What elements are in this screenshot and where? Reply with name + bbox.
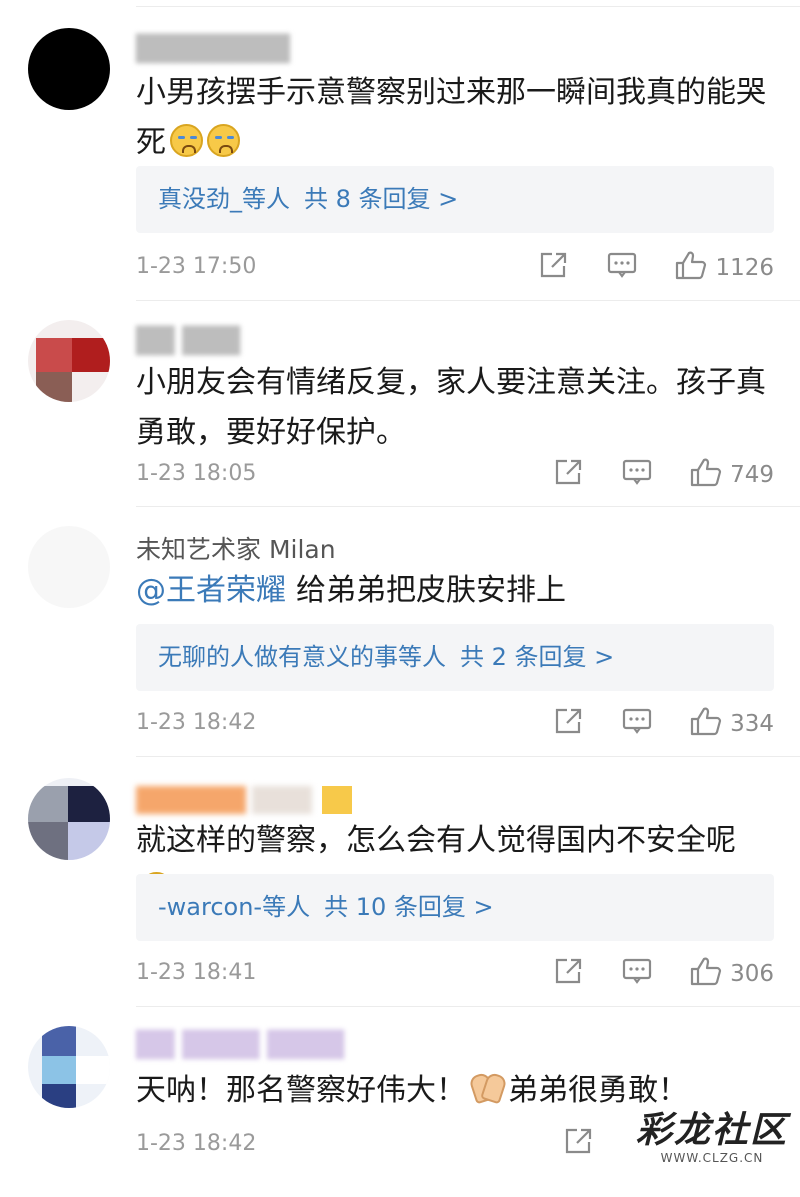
username[interactable]: 未知艺术家 Milan: [136, 530, 336, 566]
avatar[interactable]: [28, 526, 110, 608]
avatar[interactable]: [28, 1026, 110, 1108]
like-count: 306: [730, 961, 774, 987]
comment-icon[interactable]: [607, 251, 637, 285]
timestamp: 1-23 17:50: [136, 254, 257, 279]
reply-users: -warcon-等人: [158, 893, 311, 921]
avatar[interactable]: [28, 320, 110, 402]
like-icon[interactable]: [690, 457, 722, 493]
like-icon[interactable]: [690, 706, 722, 742]
comment-icon[interactable]: [622, 458, 652, 492]
action-bar: [526, 1127, 594, 1161]
comment-icon[interactable]: [622, 957, 652, 991]
avatar[interactable]: [28, 778, 110, 860]
praying-hands-icon: [470, 1076, 504, 1104]
username-blurred[interactable]: ████████: [136, 34, 290, 63]
crying-face-icon: [170, 124, 203, 157]
reply-count: 共 8 条回复 >: [304, 185, 459, 213]
comment-divider: [136, 1006, 800, 1007]
comment-divider: [136, 756, 800, 757]
like-icon[interactable]: [690, 956, 722, 992]
comment-text: 小朋友会有情绪反复，家人要注意关注。孩子真勇敢，要好好保护。: [136, 358, 766, 458]
comment-meta: 1-23 18:42 334: [136, 706, 774, 742]
comment-body: 天呐！那名警察好伟大！: [136, 1073, 466, 1108]
comment-body: 就这样的警察，怎么会有人觉得国内不安全呢: [136, 823, 736, 858]
like-count: 334: [730, 711, 774, 737]
comment-meta: 1-23 18:05 749: [136, 457, 774, 493]
action-bar: 1126: [501, 250, 774, 286]
share-icon[interactable]: [554, 957, 584, 991]
username-blurred[interactable]: ██ ███: [136, 326, 240, 355]
like-count: 1126: [715, 255, 774, 281]
watermark-text: 彩龙社区: [635, 1109, 788, 1151]
reply-users: 无聊的人做有意义的事等人: [158, 643, 446, 671]
timestamp: 1-23 18:42: [136, 1131, 257, 1156]
comment-text: @王者荣耀 给弟弟把皮肤安排上: [136, 566, 766, 616]
share-icon[interactable]: [539, 251, 569, 285]
reply-summary[interactable]: -warcon-等人共 10 条回复 >: [136, 874, 774, 941]
comment-body: 小朋友会有情绪反复，家人要注意关注。孩子真勇敢，要好好保护。: [136, 365, 766, 450]
timestamp: 1-23 18:42: [136, 710, 257, 735]
username-blurred[interactable]: [136, 786, 352, 820]
comment-text: 小男孩摆手示意警察别过来那一瞬间我真的能哭死: [136, 68, 766, 168]
reply-count: 共 2 条回复 >: [460, 643, 615, 671]
action-bar: 749: [516, 457, 774, 493]
avatar[interactable]: [28, 28, 110, 110]
action-bar: 306: [516, 956, 774, 992]
reply-summary[interactable]: 真没劲_等人共 8 条回复 >: [136, 166, 774, 233]
reply-summary[interactable]: 无聊的人做有意义的事等人共 2 条回复 >: [136, 624, 774, 691]
share-icon[interactable]: [564, 1127, 594, 1161]
crying-face-icon: [207, 124, 240, 157]
share-icon[interactable]: [554, 458, 584, 492]
timestamp: 1-23 18:05: [136, 461, 257, 486]
comment-icon[interactable]: [622, 707, 652, 741]
mention-link[interactable]: @王者荣耀: [136, 573, 286, 608]
timestamp: 1-23 18:41: [136, 960, 257, 985]
reply-count: 共 10 条回复 >: [324, 893, 494, 921]
comment-body: 给弟弟把皮肤安排上: [296, 573, 566, 608]
share-icon[interactable]: [554, 707, 584, 741]
reply-users: 真没劲_等人: [158, 185, 290, 213]
top-divider: [136, 6, 800, 7]
comment-meta: 1-23 17:50 1126: [136, 250, 774, 286]
like-icon[interactable]: [675, 250, 707, 286]
comment-divider: [136, 300, 800, 301]
action-bar: 334: [516, 706, 774, 742]
watermark-logo: 彩龙社区 WWW.CLZG.CN: [636, 1101, 788, 1165]
comment-divider: [136, 506, 800, 507]
username-blurred[interactable]: ██ ████ ████: [136, 1030, 344, 1059]
like-count: 749: [730, 462, 774, 488]
comment-meta: 1-23 18:41 306: [136, 956, 774, 992]
watermark-url: WWW.CLZG.CN: [660, 1151, 764, 1165]
